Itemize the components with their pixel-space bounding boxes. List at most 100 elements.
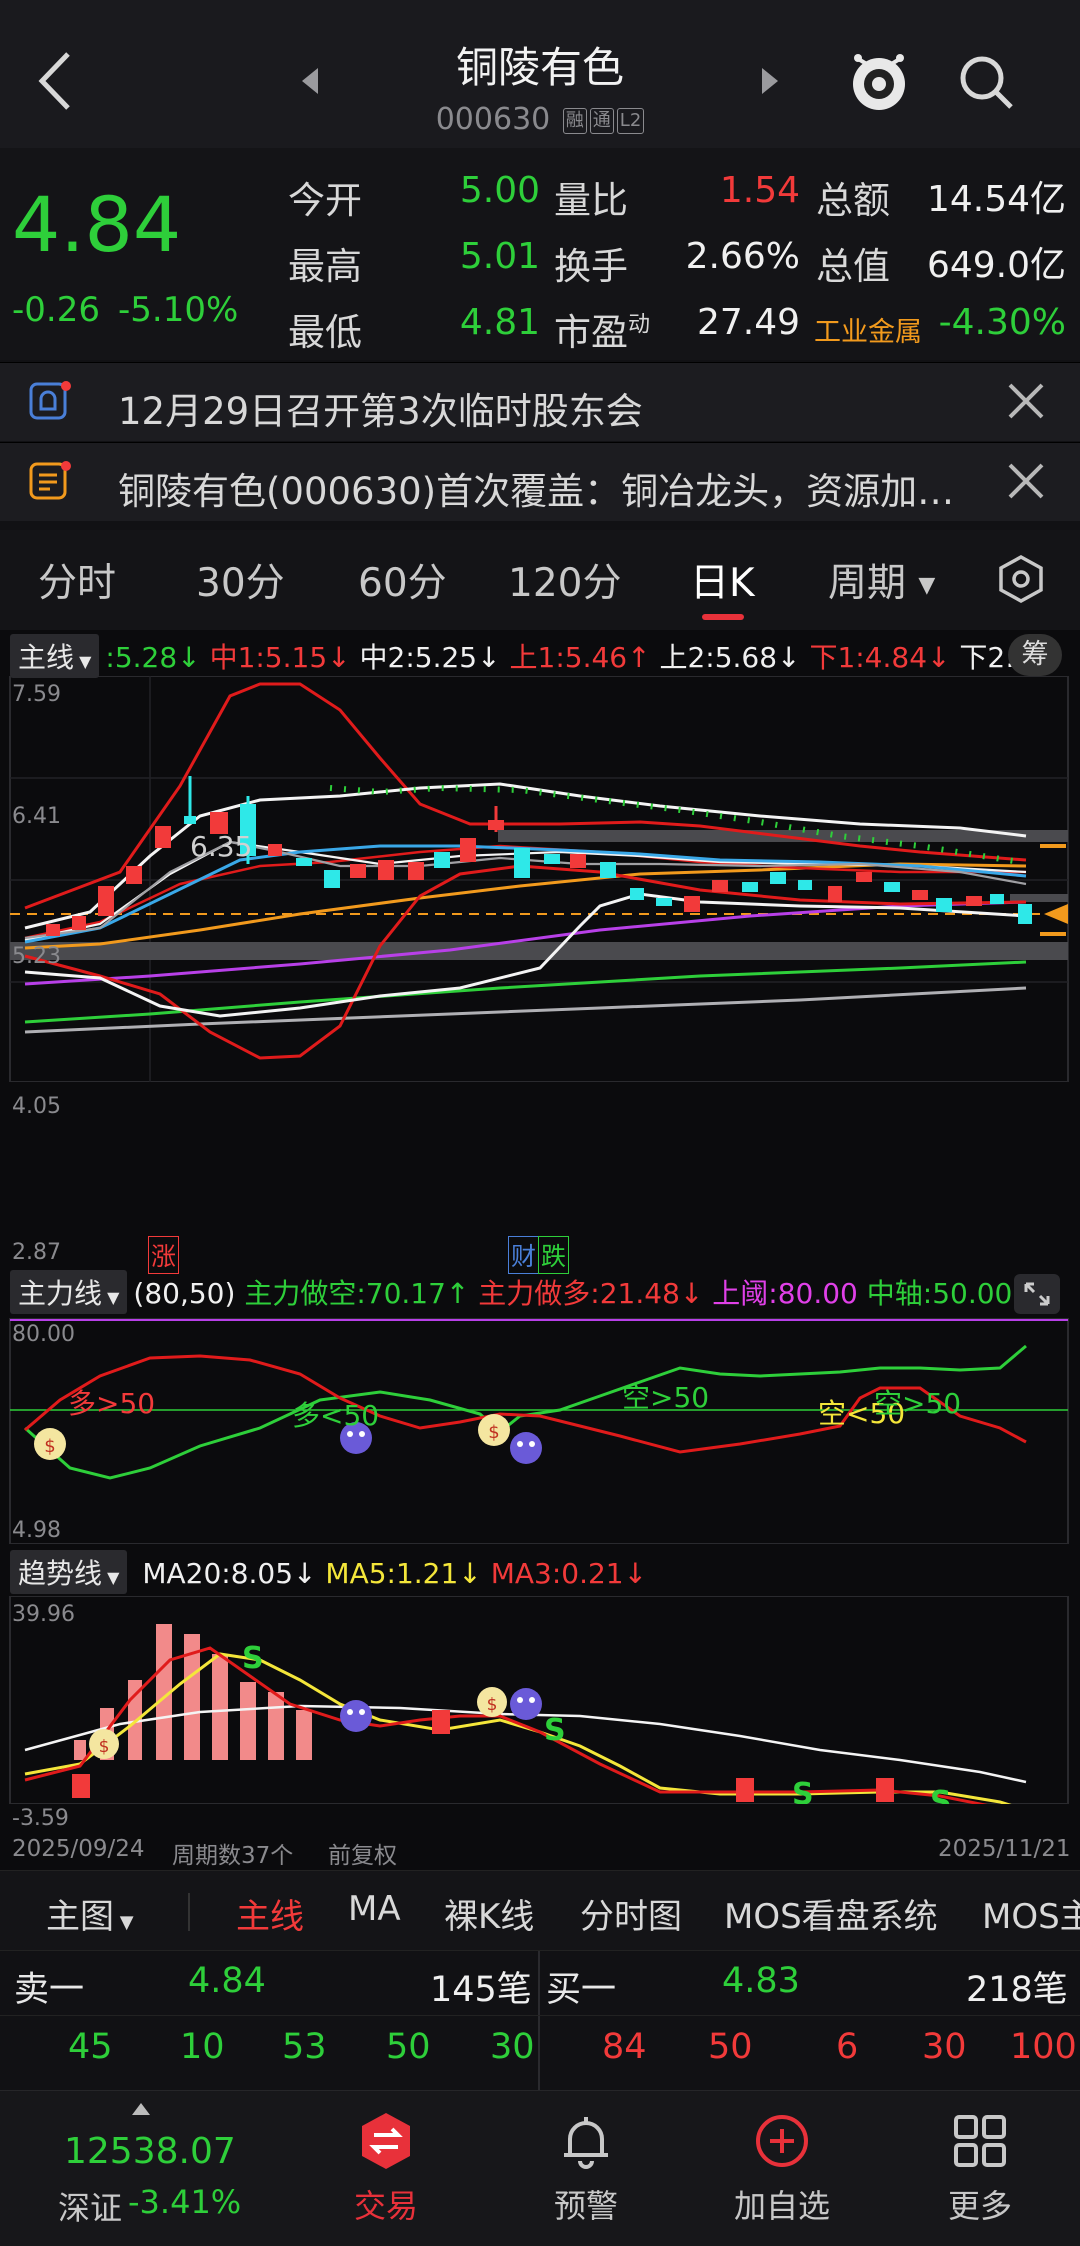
svg-text:$: $ bbox=[487, 1695, 498, 1715]
svg-text:S: S bbox=[930, 1785, 952, 1804]
svg-text:S: S bbox=[544, 1713, 566, 1748]
menu-item-mos-main[interactable]: MOS主 bbox=[982, 1889, 1080, 1938]
tab-period-dropdown[interactable]: 周期 ▼ bbox=[828, 552, 935, 608]
pe-label-text: 市盈 bbox=[554, 311, 628, 354]
axis-bottom: 2.87 bbox=[12, 1240, 61, 1265]
trend-indicator-chart[interactable]: $ S $ S S S bbox=[0, 1596, 1080, 1804]
connect-tag: 通 bbox=[589, 107, 614, 134]
tab-120min[interactable]: 120分 bbox=[508, 552, 621, 608]
legend-item: 中1:5.15↓ bbox=[209, 641, 351, 674]
active-tab-indicator bbox=[702, 614, 744, 620]
nav-trade[interactable]: 交易 bbox=[316, 2111, 456, 2227]
margin-tag: 融 bbox=[562, 107, 587, 134]
buy1-price: 4.83 bbox=[722, 1961, 800, 2001]
notice-banner[interactable]: 12月29日召开第3次临时股东会 bbox=[0, 362, 1080, 441]
close-icon[interactable] bbox=[1002, 377, 1050, 425]
turnover-amount-value: 14.54亿 bbox=[926, 179, 1066, 220]
main-chart-selector-label: 主图 bbox=[46, 1897, 114, 1937]
caret-down-icon: ▼ bbox=[74, 652, 92, 671]
red-lower-band bbox=[24, 864, 1027, 1060]
finance-tag[interactable]: 财 bbox=[508, 1236, 540, 1274]
signal-label: 空>50 bbox=[874, 1387, 962, 1420]
menu-item-mos-system[interactable]: MOS看盘系统 bbox=[724, 1889, 938, 1938]
volume-ratio-value: 1.54 bbox=[719, 170, 800, 211]
index-value: 12538.07 bbox=[64, 2131, 236, 2172]
caret-down-icon: ▼ bbox=[918, 573, 936, 598]
main-indicator-selector[interactable]: 主线 ▼ bbox=[10, 634, 100, 678]
tab-intraday[interactable]: 分时 bbox=[38, 552, 116, 608]
menu-item-naked-k[interactable]: 裸K线 bbox=[444, 1889, 534, 1938]
sector-name[interactable]: 工业金属 bbox=[814, 310, 922, 349]
tab-daily-k[interactable]: 日K bbox=[690, 552, 755, 608]
price-change: -0.26 bbox=[12, 290, 100, 330]
legend-item: :5.28↓ bbox=[105, 641, 201, 674]
buy-qty: 84 bbox=[602, 2027, 647, 2067]
chart-area[interactable]: 主线 ▼:5.28↓ 中1:5.15↓ 中2:5.25↓ 上1:5.46↑ 上2… bbox=[0, 630, 1080, 1870]
period-count: 周期数37个 bbox=[172, 1843, 294, 1869]
legend-item: (80,50) bbox=[133, 1277, 236, 1310]
menu-item-ma[interactable]: MA bbox=[348, 1889, 401, 1929]
legend-item: 主力做空:70.17↑ bbox=[244, 1277, 470, 1310]
svg-text:S: S bbox=[792, 1777, 814, 1804]
close-icon[interactable] bbox=[1002, 457, 1050, 505]
sell-qty: 30 bbox=[490, 2027, 535, 2067]
market-cap-value: 649.0亿 bbox=[926, 245, 1066, 286]
nav-alert[interactable]: 预警 bbox=[516, 2111, 656, 2227]
ma5-line bbox=[24, 1652, 1012, 1804]
axis-top: 7.59 bbox=[12, 682, 61, 707]
bell-icon bbox=[29, 381, 71, 420]
level2-tag: L2 bbox=[616, 107, 645, 134]
sell-qty: 45 bbox=[68, 2027, 113, 2067]
robot-assistant-icon[interactable] bbox=[846, 46, 912, 116]
settings-hex-icon[interactable] bbox=[996, 554, 1046, 604]
svg-text:$: $ bbox=[44, 1436, 55, 1457]
sell1-label: 卖一 bbox=[14, 1970, 85, 2010]
low-value: 4.81 bbox=[459, 302, 540, 343]
limit-up-tag[interactable]: 涨 bbox=[148, 1236, 180, 1274]
nav-more[interactable]: 更多 bbox=[910, 2111, 1050, 2227]
main-kline-chart[interactable] bbox=[0, 676, 1080, 1082]
trade-icon bbox=[362, 2113, 410, 2169]
ind2-selector[interactable]: 趋势线 ▼ bbox=[10, 1550, 128, 1594]
sector-change: -4.30% bbox=[938, 302, 1066, 343]
support-band bbox=[10, 942, 1068, 960]
svg-text:S: S bbox=[242, 1641, 264, 1676]
main-indicator-legend: 主线 ▼:5.28↓ 中1:5.15↓ 中2:5.25↓ 上1:5.46↑ 上2… bbox=[0, 634, 1059, 678]
period-tabs: 分时 30分 60分 120分 日K 周期 ▼ bbox=[0, 530, 1080, 630]
pe-dynamic-sup: 动 bbox=[628, 312, 651, 338]
tab-30min[interactable]: 30分 bbox=[196, 552, 285, 608]
index-widget[interactable]: 12538.07 深证 -3.41% bbox=[0, 2091, 280, 2246]
caret-down-icon: ▼ bbox=[102, 1288, 120, 1307]
high-value: 5.01 bbox=[459, 236, 540, 277]
drop-tag[interactable]: 跌 bbox=[538, 1236, 570, 1274]
price-change-pct: -5.10% bbox=[118, 290, 239, 330]
stock-name: 铜陵有色 bbox=[455, 43, 624, 92]
nav-more-label: 更多 bbox=[947, 2187, 1012, 2225]
search-icon[interactable] bbox=[956, 52, 1016, 112]
ind1-axis-top: 80.00 bbox=[12, 1322, 75, 1347]
peak-price-label: 6.35 bbox=[190, 830, 253, 863]
legend-item: 上1:5.46↑ bbox=[509, 641, 651, 674]
main-chart-selector[interactable]: 主图 ▼ bbox=[46, 1889, 134, 1938]
nav-add-watchlist[interactable]: 加自选 bbox=[712, 2111, 852, 2227]
quote-panel: 4.84 -0.26 -5.10% 今开 5.00 量比 1.54 总额 14.… bbox=[0, 148, 1080, 360]
ind1-selector[interactable]: 主力线 ▼ bbox=[10, 1270, 128, 1314]
adjust-mode[interactable]: 前复权 bbox=[328, 1836, 397, 1870]
top-bar: 铜陵有色 000630 融通 L2 bbox=[0, 0, 1080, 148]
menu-item-intraday-chart[interactable]: 分时图 bbox=[580, 1889, 682, 1938]
book-divider bbox=[538, 1951, 540, 2091]
legend-item: 上阈:80.00 bbox=[712, 1277, 858, 1310]
open-label: 今开 bbox=[288, 179, 362, 222]
menu-item-main-line[interactable]: 主线 bbox=[236, 1889, 304, 1938]
buy-qty: 100 bbox=[1010, 2027, 1077, 2067]
tab-period-label: 周期 bbox=[828, 561, 907, 606]
turnover-rate-value: 2.66% bbox=[685, 236, 800, 277]
sell-qty: 50 bbox=[386, 2027, 431, 2067]
chip-distribution-button[interactable]: 筹 bbox=[1008, 634, 1062, 676]
main-force-indicator-chart[interactable]: $ $ bbox=[0, 1318, 1080, 1544]
research-banner[interactable]: 铜陵有色(000630)首次覆盖：铜冶龙头，资源加… bbox=[0, 442, 1080, 521]
next-stock-icon[interactable] bbox=[760, 68, 780, 94]
turnover-rate-label: 换手 bbox=[554, 245, 628, 288]
expand-icon[interactable] bbox=[1014, 1274, 1060, 1314]
tab-60min[interactable]: 60分 bbox=[358, 552, 447, 608]
